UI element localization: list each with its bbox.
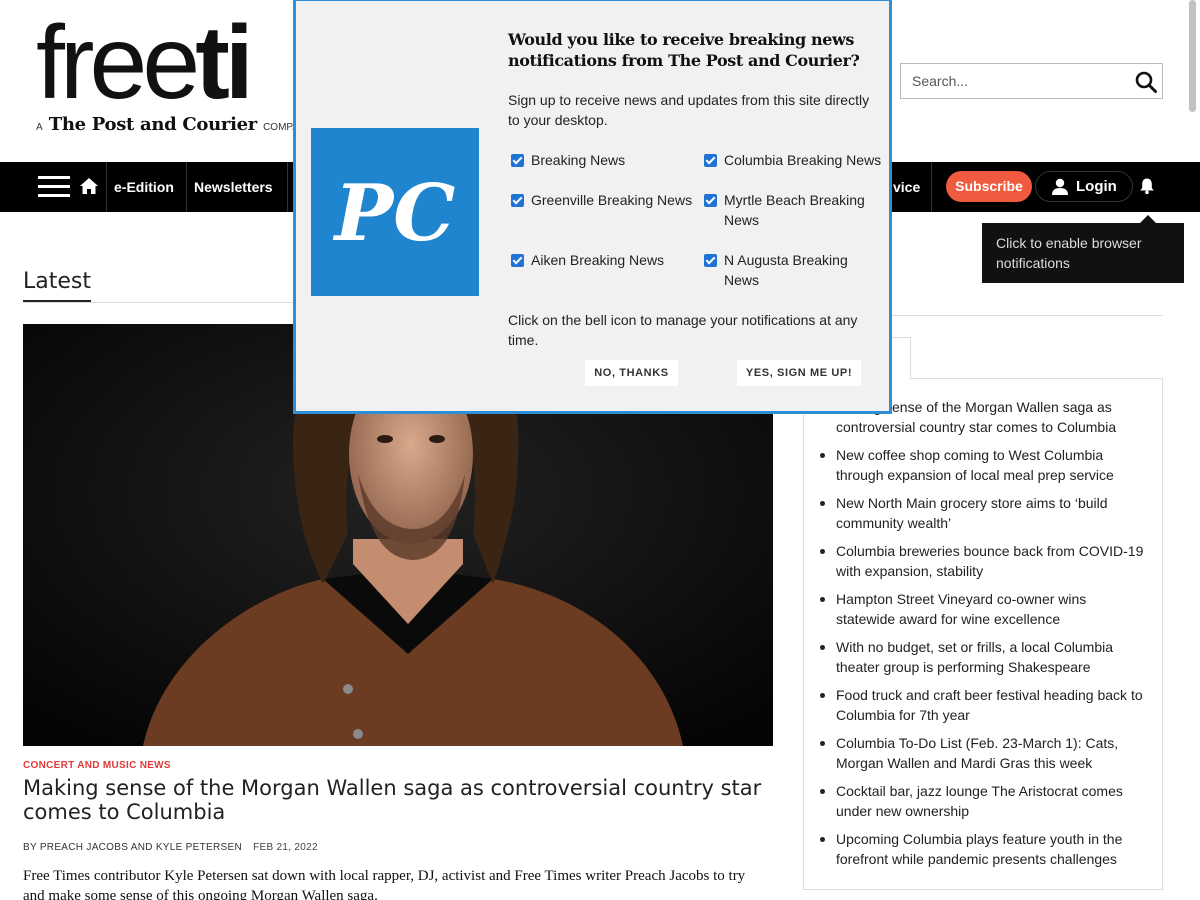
section-title: Latest — [23, 269, 91, 303]
article-headline[interactable]: Making sense of the Morgan Wallen saga a… — [23, 776, 773, 824]
article-byline: BY PREACH JACOBS AND KYLE PETERSEN FEB 2… — [23, 842, 318, 853]
option-label: Columbia Breaking News — [724, 152, 882, 168]
page: freeti A The Post and Courier COMPANY e-… — [0, 0, 1200, 900]
hamburger-menu-icon[interactable] — [38, 176, 70, 198]
notification-popup: PC Would you like to receive breaking ne… — [293, 0, 892, 414]
option-label: Myrtle Beach Breaking News — [724, 192, 865, 228]
option-label: N Augusta Breaking News — [724, 252, 848, 288]
login-label: Login — [1076, 178, 1117, 195]
sign-me-up-button[interactable]: YES, SIGN ME UP! — [737, 360, 861, 386]
logo-tagline-prefix: A — [36, 122, 43, 133]
article-summary: Free Times contributor Kyle Petersen sat… — [23, 868, 746, 900]
option-greenville-breaking-news[interactable]: Greenville Breaking News — [511, 190, 696, 210]
site-logo[interactable]: freeti A The Post and Courier COMPANY — [36, 5, 313, 135]
login-button[interactable]: Login — [1035, 171, 1133, 202]
popup-body: Sign up to receive news and updates from… — [508, 92, 870, 128]
option-aiken-breaking-news[interactable]: Aiken Breaking News — [511, 250, 691, 270]
article-authors: BY PREACH JACOBS AND KYLE PETERSEN — [23, 842, 242, 853]
page-scrollbar[interactable] — [1188, 0, 1196, 900]
scrollbar-thumb[interactable] — [1189, 0, 1196, 112]
option-myrtle-beach-breaking-news[interactable]: Myrtle Beach Breaking News — [704, 190, 879, 230]
no-thanks-button[interactable]: NO, THANKS — [585, 360, 678, 386]
notification-tooltip: Click to enable browser notifications — [982, 215, 1184, 283]
logo-tagline-brand: The Post and Courier — [48, 114, 258, 135]
pc-logo-text: PC — [333, 168, 456, 259]
checkbox[interactable] — [511, 254, 524, 267]
checkbox[interactable] — [511, 194, 524, 207]
nav-divider — [931, 162, 932, 212]
nav-item-e-edition[interactable]: e-Edition — [114, 179, 174, 195]
search-input[interactable] — [901, 64, 1121, 98]
checkbox[interactable] — [704, 254, 717, 267]
list-item[interactable]: Columbia To-Do List (Feb. 23-March 1): C… — [820, 733, 1146, 773]
option-label: Aiken Breaking News — [531, 252, 665, 268]
sidebar-headline-list: Making sense of the Morgan Wallen saga a… — [803, 378, 1163, 890]
list-item[interactable]: Upcoming Columbia plays feature youth in… — [820, 829, 1146, 869]
list-item[interactable]: New coffee shop coming to West Columbia … — [820, 445, 1146, 485]
list-item[interactable]: With no budget, set or frills, a local C… — [820, 637, 1146, 677]
popup-title: Would you like to receive breaking news … — [508, 30, 860, 70]
bell-icon[interactable] — [1138, 177, 1156, 195]
list-item[interactable]: Columbia breweries bounce back from COVI… — [820, 541, 1146, 581]
subscribe-button[interactable]: Subscribe — [946, 171, 1032, 202]
checkbox[interactable] — [704, 194, 717, 207]
nav-item-newsletters[interactable]: Newsletters — [194, 179, 273, 195]
search-icon[interactable] — [1135, 71, 1157, 93]
list-item[interactable]: Food truck and craft beer festival headi… — [820, 685, 1146, 725]
user-icon — [1052, 178, 1068, 195]
article-category[interactable]: CONCERT AND MUSIC NEWS — [23, 760, 171, 771]
nav-divider — [106, 162, 107, 212]
checkbox[interactable] — [704, 154, 717, 167]
option-breaking-news[interactable]: Breaking News — [511, 150, 691, 170]
checkbox[interactable] — [511, 154, 524, 167]
option-n-augusta-breaking-news[interactable]: N Augusta Breaking News — [704, 250, 864, 290]
logo-tagline: A The Post and Courier COMPANY — [36, 114, 313, 135]
nav-divider — [186, 162, 187, 212]
nav-divider — [287, 162, 288, 212]
list-item[interactable]: New North Main grocery store aims to ‘bu… — [820, 493, 1146, 533]
logo-wordmark: freeti — [36, 5, 254, 121]
popup-footer-text: Click on the bell icon to manage your no… — [508, 312, 858, 348]
search-box — [900, 63, 1163, 99]
option-label: Breaking News — [531, 152, 626, 168]
list-item[interactable]: Cocktail bar, jazz lounge The Aristocrat… — [820, 781, 1146, 821]
article-date: FEB 21, 2022 — [253, 842, 318, 853]
option-columbia-breaking-news[interactable]: Columbia Breaking News — [704, 150, 884, 170]
option-label: Greenville Breaking News — [531, 192, 693, 208]
nav-item-service[interactable]: vice — [893, 179, 920, 195]
home-icon[interactable] — [79, 176, 99, 196]
post-and-courier-logo: PC — [311, 128, 479, 296]
list-item[interactable]: Hampton Street Vineyard co-owner wins st… — [820, 589, 1146, 629]
